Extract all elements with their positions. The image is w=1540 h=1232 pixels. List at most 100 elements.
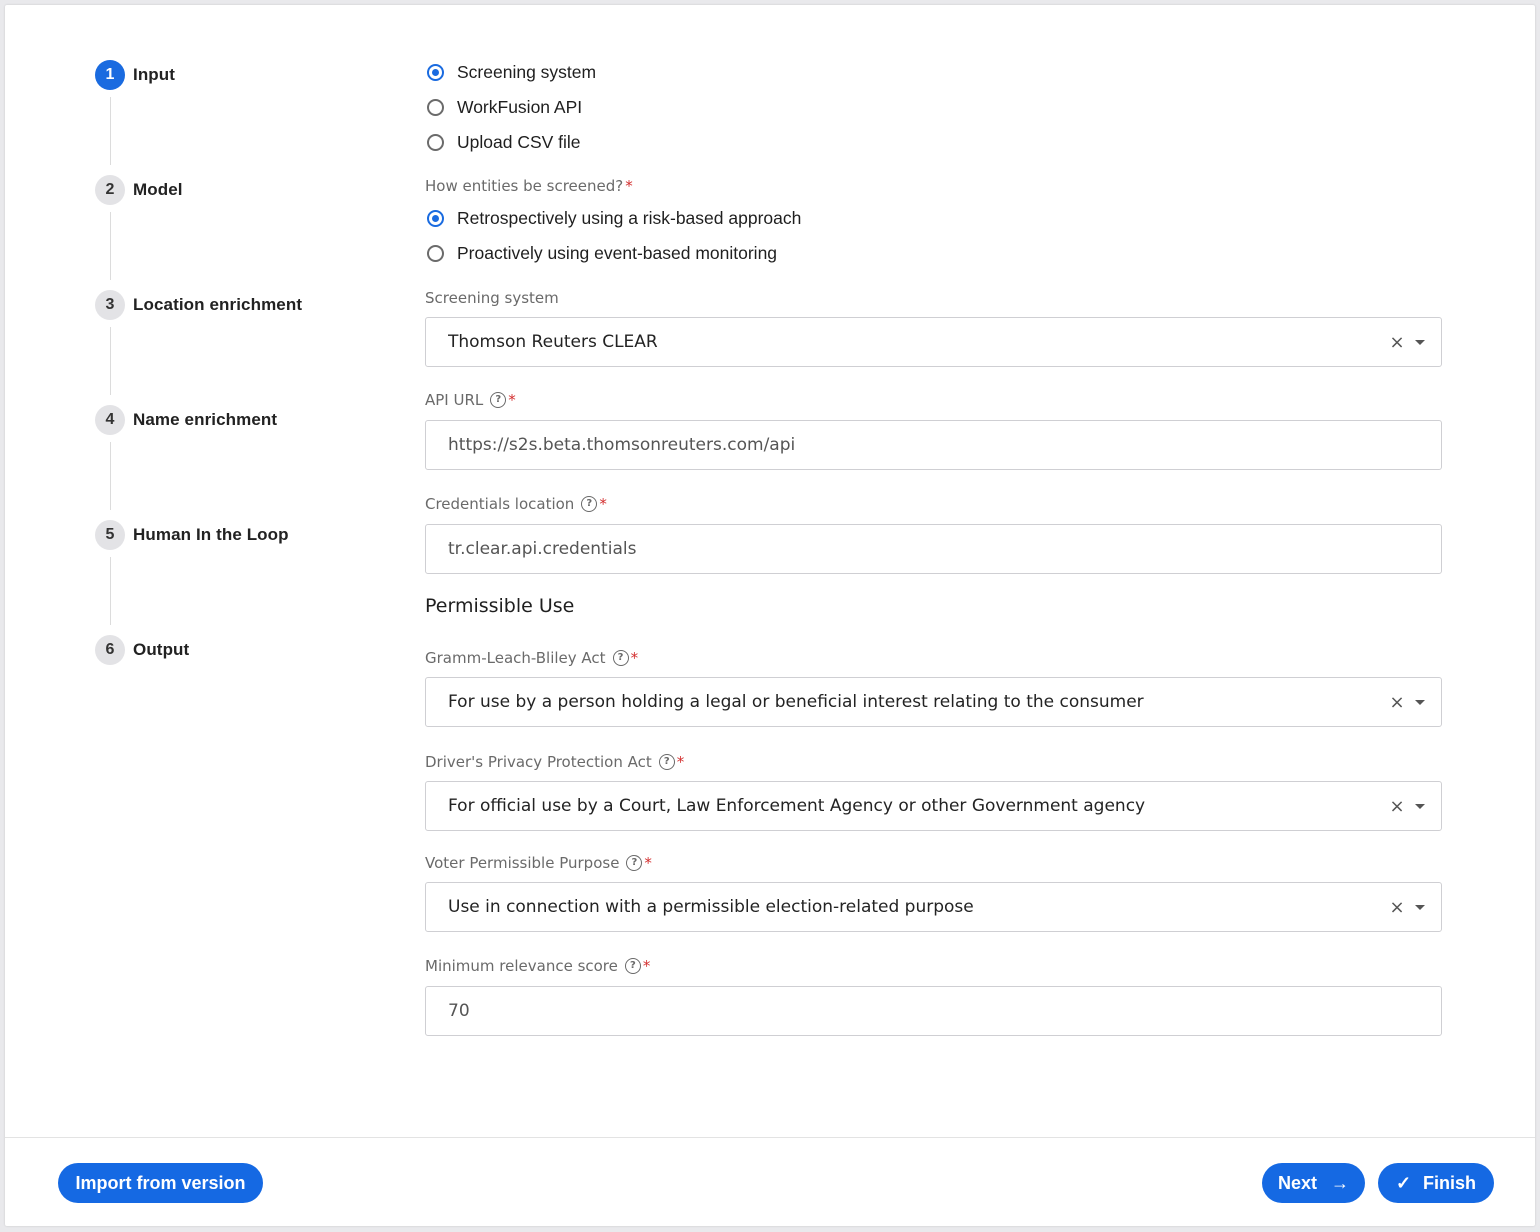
stepper-connector [110, 212, 111, 280]
clear-icon[interactable]: × [1389, 692, 1405, 713]
finish-button[interactable]: ✓ Finish [1378, 1163, 1494, 1203]
clear-icon[interactable]: × [1389, 897, 1405, 918]
footer-divider [5, 1137, 1535, 1138]
required-marker: * [599, 495, 607, 513]
api-url-input[interactable]: https://s2s.beta.thomsonreuters.com/api [425, 420, 1442, 470]
input-value: tr.clear.api.credentials [448, 539, 637, 559]
label-text: API URL [425, 391, 484, 409]
screening-system-label: Screening system [425, 289, 559, 307]
radio-label: Upload CSV file [457, 131, 581, 152]
chevron-down-icon[interactable] [1415, 904, 1425, 910]
chevron-down-icon[interactable] [1415, 803, 1425, 809]
credentials-input[interactable]: tr.clear.api.credentials [425, 524, 1442, 574]
radio-button-checked[interactable] [427, 209, 444, 227]
next-button[interactable]: Next → [1262, 1163, 1365, 1203]
required-marker: * [508, 391, 516, 409]
input-value: https://s2s.beta.thomsonreuters.com/api [448, 435, 796, 455]
required-marker: * [676, 753, 685, 771]
button-label: Finish [1423, 1172, 1477, 1193]
dppa-label: Driver's Privacy Protection Act ? * [425, 753, 684, 771]
stepper-connector [110, 327, 111, 395]
button-label: Import from version [75, 1172, 246, 1193]
radio-button[interactable] [427, 244, 444, 262]
input-value: 70 [448, 1001, 470, 1021]
radio-label: Proactively using event-based monitoring [457, 242, 778, 263]
step-number: 6 [95, 635, 125, 665]
credentials-label: Credentials location ? * [425, 495, 607, 513]
min-relevance-label: Minimum relevance score ? * [425, 957, 650, 975]
step-number: 2 [95, 175, 125, 205]
glba-select[interactable]: For use by a person holding a legal or b… [425, 677, 1442, 727]
help-icon[interactable]: ? [658, 754, 675, 770]
help-icon[interactable]: ? [612, 650, 629, 666]
step-label: Input [133, 65, 176, 84]
screening-mode-label: How entities be screened? * [425, 177, 633, 195]
step-name-enrichment[interactable]: 4 Name enrichment [95, 404, 277, 436]
label-text: Voter Permissible Purpose [425, 854, 620, 872]
step-input[interactable]: 1 Input [95, 59, 175, 91]
wizard-card: 1 Input 2 Model 3 Location enrichment 4 … [5, 5, 1535, 1226]
radio-upload-csv[interactable]: Upload CSV file [427, 130, 581, 154]
required-marker: * [644, 854, 652, 872]
step-number: 4 [95, 405, 125, 435]
select-value: For official use by a Court, Law Enforce… [448, 796, 1146, 816]
chevron-down-icon[interactable] [1415, 339, 1425, 345]
button-label: Next [1277, 1172, 1317, 1193]
label-text: Credentials location [425, 495, 575, 513]
step-output[interactable]: 6 Output [95, 634, 189, 666]
step-label: Model [133, 180, 183, 199]
required-marker: * [630, 649, 639, 667]
help-icon[interactable]: ? [581, 496, 598, 512]
step-number: 3 [95, 290, 125, 320]
step-number: 5 [95, 520, 125, 550]
radio-workfusion-api[interactable]: WorkFusion API [427, 95, 582, 119]
help-icon[interactable]: ? [490, 392, 507, 408]
section-title: Permissible Use [425, 595, 575, 617]
help-icon[interactable]: ? [626, 855, 643, 871]
voter-label: Voter Permissible Purpose ? * [425, 854, 652, 872]
label-text: Gramm-Leach-Bliley Act [425, 649, 606, 667]
required-marker: * [625, 177, 633, 195]
radio-button[interactable] [427, 133, 444, 151]
stepper-connector [110, 97, 111, 165]
voter-select[interactable]: Use in connection with a permissible ele… [425, 882, 1442, 932]
label-text: How entities be screened? [425, 177, 624, 195]
clear-icon[interactable]: × [1389, 796, 1405, 817]
select-value: For use by a person holding a legal or b… [448, 692, 1144, 712]
screening-system-select[interactable]: Thomson Reuters CLEAR × [425, 317, 1442, 367]
radio-label: Screening system [457, 61, 597, 82]
radio-screening-system[interactable]: Screening system [427, 60, 596, 84]
radio-proactive[interactable]: Proactively using event-based monitoring [427, 241, 777, 265]
step-human-in-the-loop[interactable]: 5 Human In the Loop [95, 519, 289, 551]
step-location-enrichment[interactable]: 3 Location enrichment [95, 289, 302, 321]
step-label: Name enrichment [133, 410, 278, 429]
dppa-select[interactable]: For official use by a Court, Law Enforce… [425, 781, 1442, 831]
label-text: Driver's Privacy Protection Act [425, 753, 652, 771]
check-icon: ✓ [1395, 1172, 1412, 1193]
step-model[interactable]: 2 Model [95, 174, 183, 206]
import-from-version-button[interactable]: Import from version [58, 1163, 263, 1203]
radio-label: WorkFusion API [457, 96, 583, 117]
radio-button-checked[interactable] [427, 63, 444, 81]
select-value: Use in connection with a permissible ele… [448, 897, 974, 917]
select-value: Thomson Reuters CLEAR [448, 332, 658, 352]
step-label: Location enrichment [133, 295, 303, 314]
label-text: Minimum relevance score [425, 957, 618, 975]
api-url-label: API URL ? * [425, 391, 516, 409]
help-icon[interactable]: ? [624, 958, 641, 974]
radio-retrospective[interactable]: Retrospectively using a risk-based appro… [427, 206, 801, 230]
glba-label: Gramm-Leach-Bliley Act ? * [425, 649, 638, 667]
min-relevance-input[interactable]: 70 [425, 986, 1442, 1036]
stepper-connector [110, 557, 111, 625]
clear-icon[interactable]: × [1389, 332, 1405, 353]
arrow-right-icon: → [1331, 1172, 1349, 1193]
radio-button[interactable] [427, 98, 444, 116]
stepper-connector [110, 442, 111, 510]
radio-label: Retrospectively using a risk-based appro… [457, 207, 802, 228]
step-number: 1 [95, 60, 125, 90]
step-label: Output [133, 640, 190, 659]
chevron-down-icon[interactable] [1415, 699, 1425, 705]
required-marker: * [642, 957, 651, 975]
step-label: Human In the Loop [133, 525, 289, 544]
label-text: Screening system [425, 289, 559, 307]
